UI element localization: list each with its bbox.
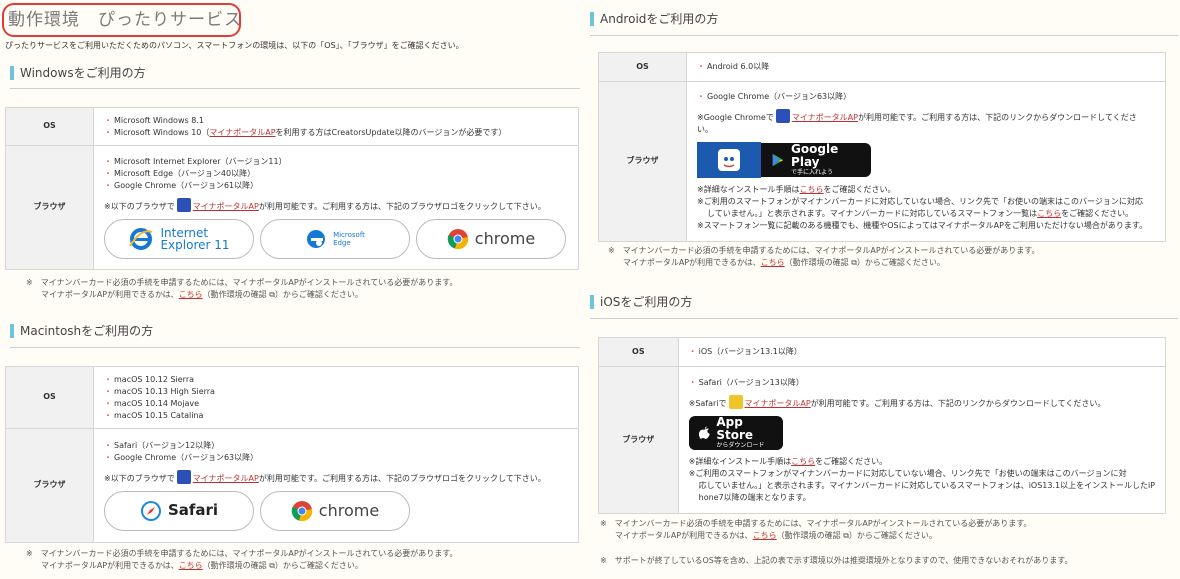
mynaportal-link[interactable]: マイナポータルAP [209,128,275,137]
google-play-icon [772,153,784,167]
mac-logo-row: Safari chrome [104,491,568,531]
ios-browser-note: ※Safariで マイナポータルAPが利用可能です。ご利用する方は、下記のリンクか… [689,394,1155,410]
mac-footnote: ※ マイナンバーカード必須の手続を申請するためには、マイナポータルAPがインスト… [26,549,458,570]
chrome-icon [447,229,469,250]
list-item: ・ macOS 10.15 Catalina [104,410,204,420]
mac-table: OS ・ macOS 10.12 Sierra ・ macOS 10.13 High… [5,366,579,543]
here-link[interactable]: こちら [800,185,824,194]
page-title: 動作環境 ぴったりサービス [2,3,241,37]
mynaportal-link[interactable]: マイナポータルAP [193,202,259,211]
mynaportal-app-icon [728,394,743,409]
ios-os-cell: ・ iOS（バージョン13.1以降） [677,337,1167,367]
here-link[interactable]: こちら [753,531,777,540]
browser-label: ブラウザ [5,145,94,270]
list-item: ・ macOS 10.14 Mojave [104,398,200,408]
here-link[interactable]: こちら [179,561,203,570]
ie-icon [129,228,153,250]
here-link[interactable]: こちら [179,290,203,299]
list-item: ・ Google Chrome（バージョン63以降） [104,453,259,462]
ios-browser-cell: ・ Safari（バージョン13以降） ※Safariで マイナポータルAPが利用可… [677,366,1167,514]
chrome-icon [291,501,313,522]
browser-label: ブラウザ [598,81,687,242]
mynaportal-link[interactable]: マイナポータルAP [792,113,858,122]
mynaportal-link[interactable]: マイナポータルAP [193,474,259,483]
ie11-logo-button[interactable]: Internet Explorer 11 [104,219,254,259]
list-item: ・ Microsoft Internet Explorer（バージョン11） [104,157,287,166]
list-item: ・ macOS 10.13 High Sierra [104,386,215,396]
windows-browser-cell: ・ Microsoft Internet Explorer（バージョン11） ・ M… [93,145,579,270]
safari-icon [140,501,161,521]
external-link-icon: ⧉ [266,290,275,299]
mynaportal-app-icon [176,470,191,484]
list-item: ・ macOS 10.12 Sierra [104,374,195,384]
os-label: OS [598,52,687,82]
mac-divider [10,347,580,348]
android-browser-cell: ・ Google Chrome（バージョン63以降） ※Google Chrome… [686,81,1166,242]
mynaportal-app-icon [176,198,191,212]
list-item: ・ iOS（バージョン13.1以降） [688,347,802,356]
list-item: ・ Safari（バージョン13以降） [688,377,804,387]
os-label: OS [5,366,94,429]
ios-table: OS ・ iOS（バージョン13.1以降） ブラウザ ・ Safari（バージョン1… [598,337,1167,514]
edge-icon [307,230,326,248]
ios-footnote: ※ マイナンバーカード必須の手続を申請するためには、マイナポータルAPがインスト… [600,519,1032,540]
chrome-logo-button[interactable]: chrome [260,491,410,531]
os-label: OS [5,107,94,146]
windows-divider [10,88,580,89]
windows-logo-row: Internet Explorer 11 Microsoft Edge chrome [104,219,568,259]
android-footnote: ※ マイナンバーカード必須の手続を申請するためには、マイナポータルAPがインスト… [608,246,1040,267]
os-label: OS [598,337,679,367]
ios-divider [590,318,1178,319]
google-play-download[interactable]: Google Play で手に入れよう [697,142,1155,178]
here-link[interactable]: こちら [791,457,815,466]
android-table: OS ・ Android 6.0以降 ブラウザ ・ Google Chrome（バー… [598,52,1166,242]
browser-label: ブラウザ [598,366,679,514]
list-item: ・ Microsoft Windows 8.1 [104,115,204,125]
windows-table: OS ・ Microsoft Windows 8.1 ・ Microsoft Win… [5,107,579,270]
list-item: ・ Google Chrome（バージョン61以降） [104,181,259,190]
mac-browser-note: ※以下のブラウザで マイナポータルAPが利用可能です。ご利用する方は、下記のブラウ… [104,470,568,485]
ios-install-note: ※詳細なインストール手順はこちらをご確認ください。 [688,456,888,466]
edge-logo-button[interactable]: Microsoft Edge [260,219,410,259]
android-divider [590,35,1178,36]
windows-footnote: ※ マイナンバーカード必須の手続を申請するためには、マイナポータルAPがインスト… [26,278,458,299]
browser-label: ブラウザ [5,428,94,543]
android-browser-note: ※Google Chromeで マイナポータルAPが利用可能です。ご利用する方は、… [697,109,1155,124]
mynaportal-link[interactable]: マイナポータルAP [745,399,811,408]
mac-os-cell: ・ macOS 10.12 Sierra ・ macOS 10.13 High Si… [93,366,579,429]
external-link-icon: ⧉ [848,258,857,267]
android-heading: Androidをご利用の方 [590,12,718,26]
support-footnote: ※ サポートが終了しているOS等を含め、上記の表で示す環境以外は推奨環境外となり… [600,556,1073,565]
mac-heading: Macintoshをご利用の方 [10,324,153,338]
app-store-badge[interactable]: App Store からダウンロード [688,415,783,450]
chrome-logo-button[interactable]: chrome [416,219,566,259]
list-item: ・ Safari（バージョン12以降） [104,441,220,450]
apple-icon [698,425,710,439]
mynaportal-app-tile-icon [697,142,761,178]
android-os-cell: ・ Android 6.0以降 [686,52,1166,82]
android-install-note: ※詳細なインストール手順はこちらをご確認ください。 [697,185,896,194]
google-play-badge[interactable]: Google Play で手に入れよう [761,143,871,177]
intro-text: ぴったりサービスをご利用いただくためのパソコン、スマートフォンの環境は、以下の「… [5,41,464,50]
list-item: ・ Android 6.0以降 [697,62,770,71]
list-item: ・ Microsoft Edge（バージョン40以降） [104,169,256,178]
windows-heading: Windowsをご利用の方 [10,66,146,80]
external-link-icon: ⧉ [840,531,849,540]
list-item: ・ Google Chrome（バージョン63以降） [697,92,852,101]
ios-heading: iOSをご利用の方 [590,295,692,309]
here-link[interactable]: こちら [1037,209,1061,218]
here-link[interactable]: こちら [761,258,785,267]
mac-browser-cell: ・ Safari（バージョン12以降） ・ Google Chrome（バージョン6… [93,428,579,543]
mynaportal-app-icon [775,109,790,123]
windows-os-cell: ・ Microsoft Windows 8.1 ・ Microsoft Window… [93,107,579,146]
windows-browser-note: ※以下のブラウザで マイナポータルAPが利用可能です。ご利用する方は、下記のブラウ… [104,198,568,213]
list-item: ・ Microsoft Windows 10（マイナポータルAPを利用する方はCr… [104,127,507,137]
safari-logo-button[interactable]: Safari [104,491,254,531]
external-link-icon: ⧉ [266,561,275,570]
